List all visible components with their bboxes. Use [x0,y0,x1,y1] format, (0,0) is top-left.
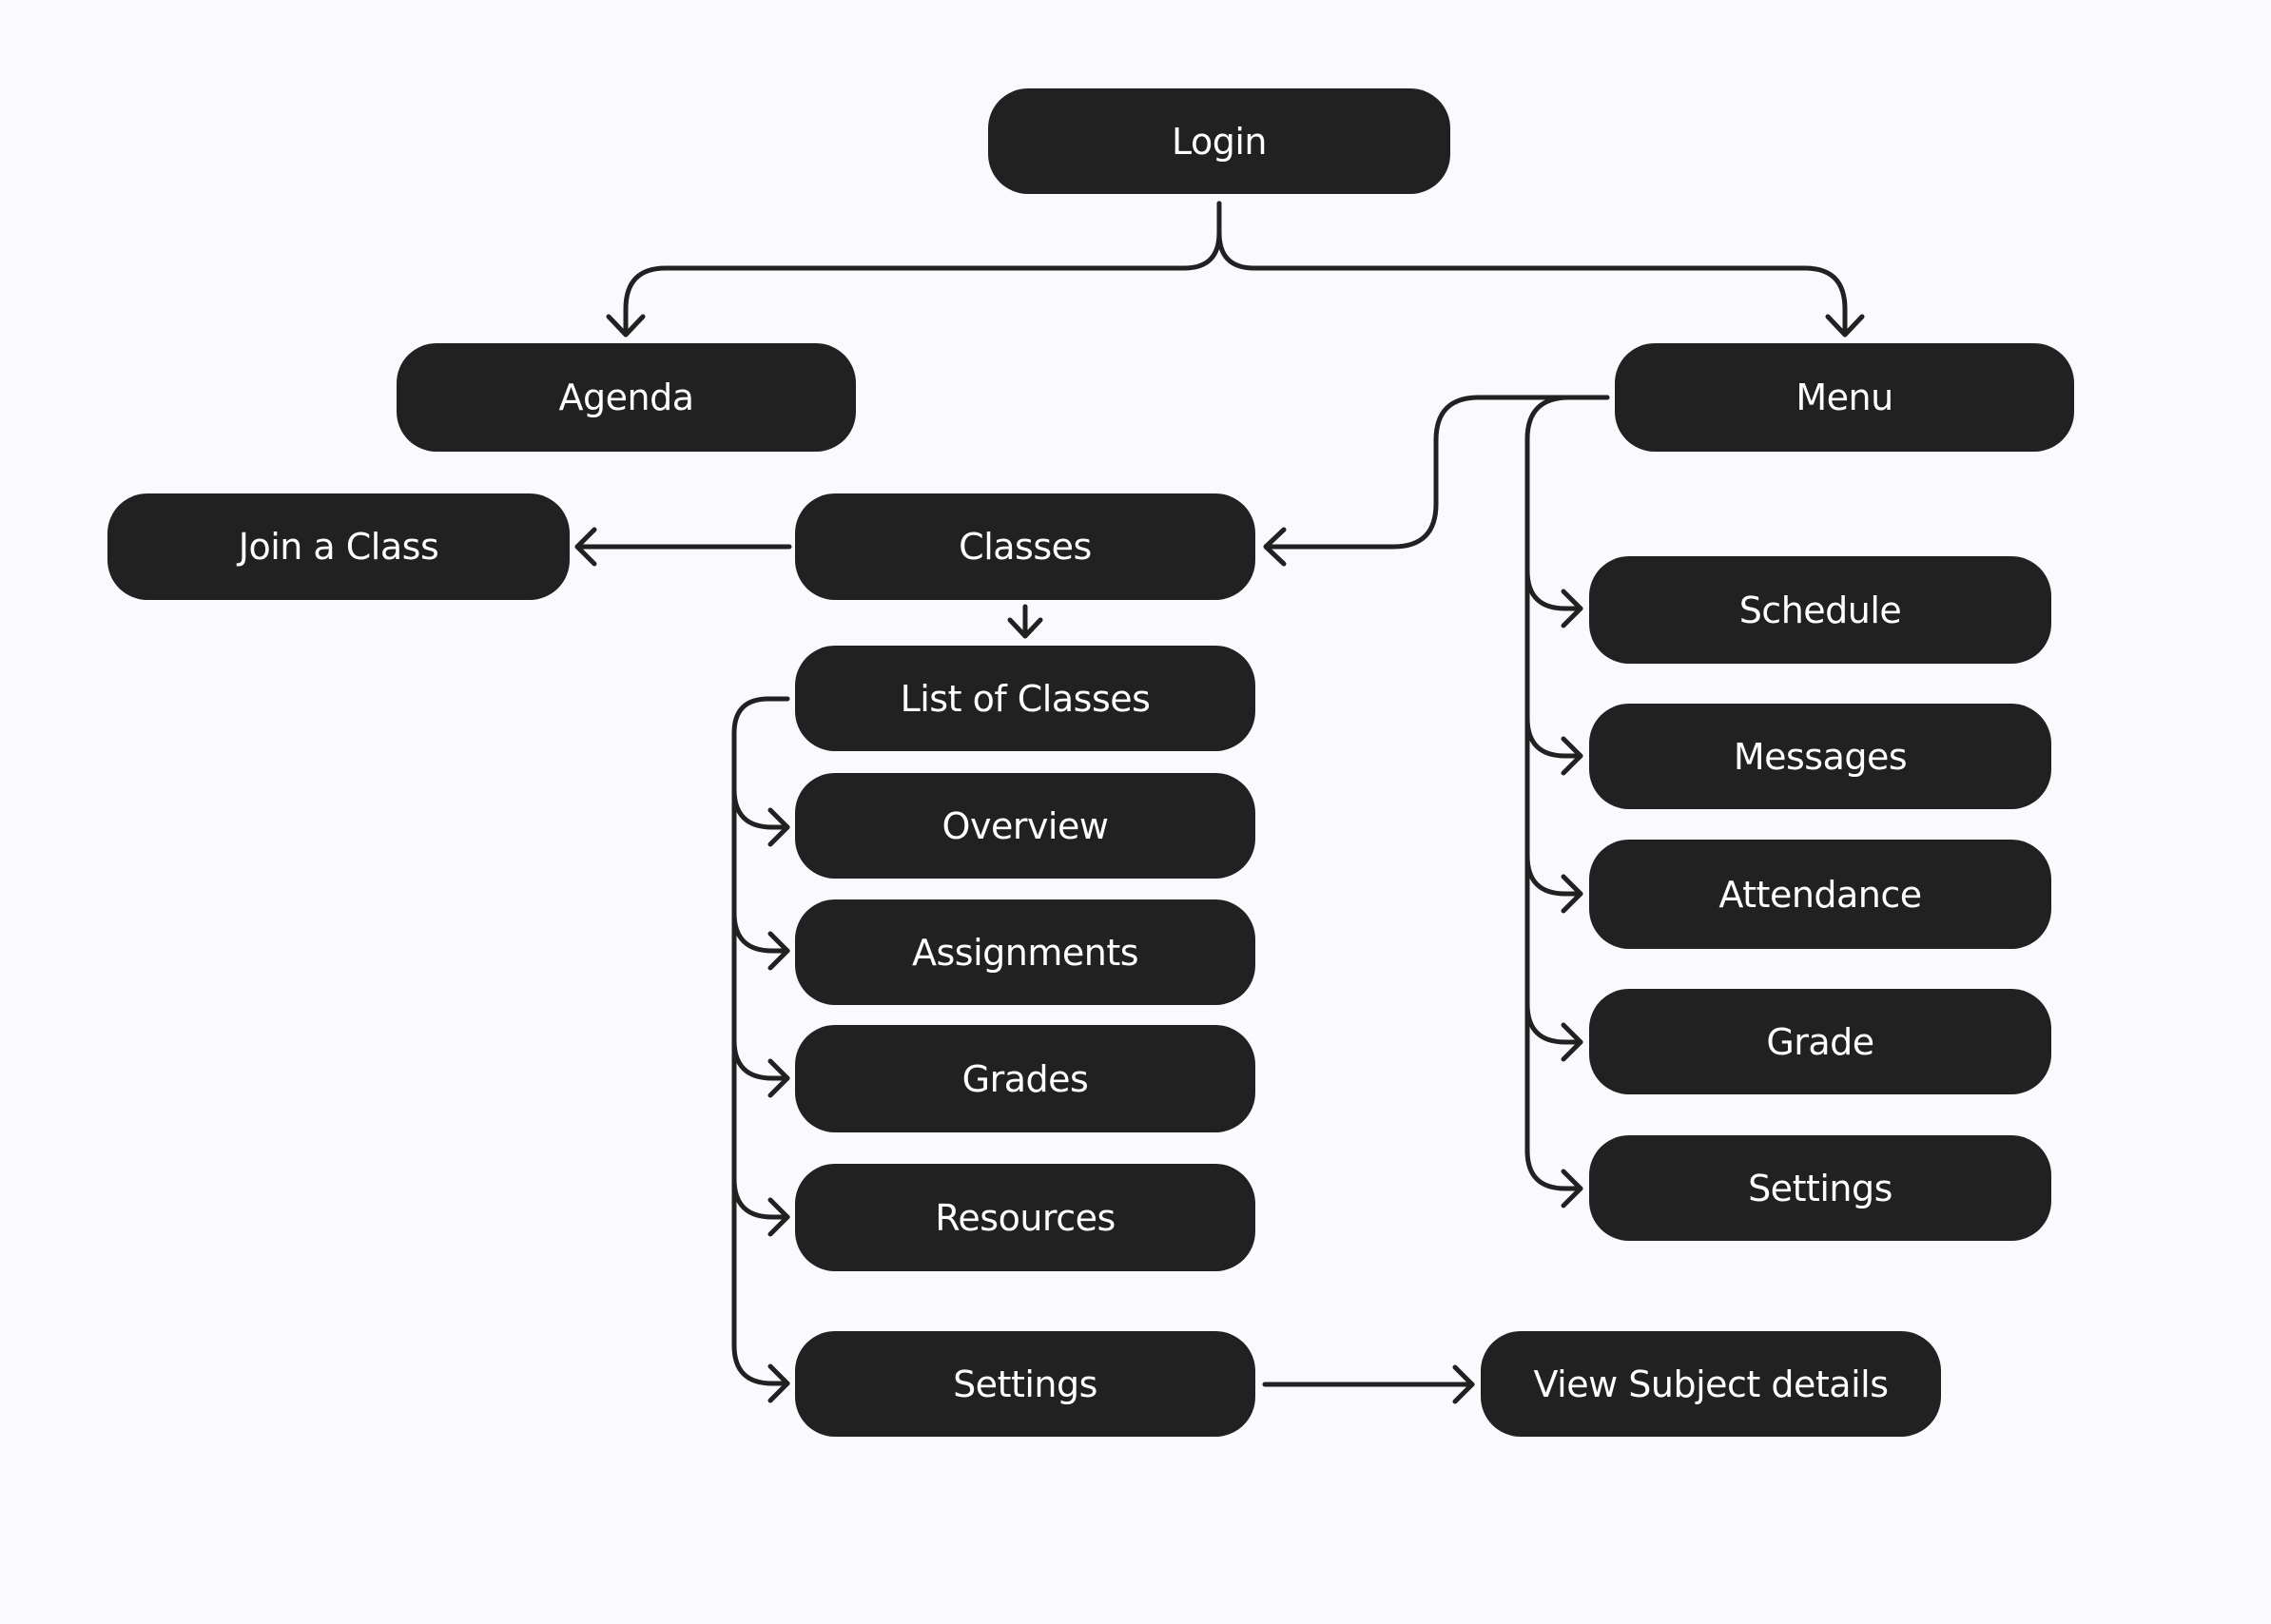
node-join-a-class[interactable]: Join a Class [107,493,570,600]
node-attendance[interactable]: Attendance [1589,840,2051,949]
node-classes[interactable]: Classes [795,493,1255,600]
node-login[interactable]: Login [988,88,1450,194]
node-resources[interactable]: Resources [795,1164,1255,1271]
node-assignments[interactable]: Assignments [795,899,1255,1005]
connector-login-agenda [623,201,1222,336]
node-list-of-classes[interactable]: List of Classes [795,646,1255,751]
node-grades[interactable]: Grades [795,1025,1255,1132]
connector-menu-classes [1264,395,1610,550]
connector-list-rail [731,696,790,1348]
node-schedule[interactable]: Schedule [1589,556,2051,664]
node-grade[interactable]: Grade [1589,989,2051,1094]
connector-login-menu [1216,201,1848,336]
node-menu[interactable]: Menu [1615,343,2074,452]
node-menu-settings[interactable]: Settings [1589,1135,2051,1241]
node-view-subject-details[interactable]: View Subject details [1481,1331,1941,1437]
node-messages[interactable]: Messages [1589,704,2051,809]
node-agenda[interactable]: Agenda [397,343,856,452]
node-class-settings[interactable]: Settings [795,1331,1255,1437]
node-overview[interactable]: Overview [795,773,1255,879]
